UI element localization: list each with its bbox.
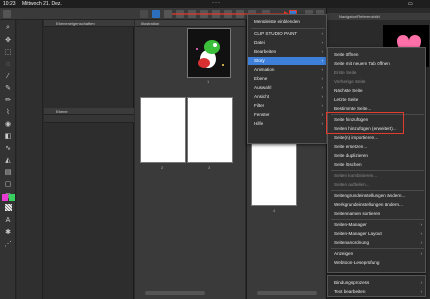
brush-icon[interactable]: [152, 10, 160, 18]
page-manager-tab[interactable]: Illustration: [135, 20, 245, 27]
menu-item-seite-oeffnen[interactable]: Seite öffnen: [328, 51, 425, 59]
menu-separator: [331, 190, 424, 191]
transparent-color-swatch[interactable]: [5, 204, 12, 211]
menu-separator: [331, 170, 424, 171]
menu-item-animation[interactable]: Animation ›: [248, 66, 326, 74]
page-manager: Illustration 1 2 3: [135, 20, 245, 299]
layer-panel-title: Ebene: [56, 109, 68, 114]
menu-item-fenster[interactable]: Fenster ›: [248, 111, 326, 119]
sub-color-swatch[interactable]: [9, 194, 15, 201]
menu-item-clip-studio[interactable]: CLIP STUDIO PAINT ›: [248, 30, 326, 38]
menu-item-webtoon-lesepruefung[interactable]: Webtoon-Leseprüfung: [328, 259, 425, 267]
menu-item-filter[interactable]: Filter ›: [248, 102, 326, 110]
menu-item-seiten-kombinieren[interactable]: Seiten kombinieren...: [328, 172, 425, 180]
page-manager-tab-title: Illustration: [141, 21, 160, 26]
move-tool-icon[interactable]: ✥: [4, 36, 12, 44]
menu-item-bearbeiten[interactable]: Bearbeiten ›: [248, 48, 326, 56]
menu-item-bindungsprozess[interactable]: Bindungsprozess ›: [328, 279, 425, 287]
page-thumbnail-1[interactable]: [187, 28, 231, 78]
menu-item-datei[interactable]: Datei ›: [248, 39, 326, 47]
navigator-header[interactable]: Navigator/Referenzbild: [327, 13, 430, 20]
menu-separator: [251, 28, 325, 29]
menu-item-auswahl[interactable]: Auswahl ›: [248, 84, 326, 92]
text-icon[interactable]: A: [4, 216, 12, 224]
home-icon[interactable]: [3, 10, 11, 18]
page-number: 2: [161, 165, 164, 170]
menu-item-anzeigen[interactable]: Anzeigen ›: [328, 250, 425, 258]
status-time: 10:23: [3, 1, 16, 7]
gradient-icon[interactable]: ▤: [4, 168, 12, 176]
menu-item-menubar[interactable]: Menüleiste einblenden: [248, 18, 326, 26]
blend-icon[interactable]: ∿: [4, 144, 12, 152]
menu-separator: [331, 248, 424, 249]
menu-item-seiten-aufteilen[interactable]: Seiten aufteilen...: [328, 181, 425, 189]
page-thumbnail-2[interactable]: [140, 97, 186, 163]
brush-tool-icon[interactable]: ⌇: [4, 108, 12, 116]
page-zoom-slider-right[interactable]: [257, 291, 317, 295]
menu-item-seitennamen-sortieren[interactable]: Seitennamen sortieren: [328, 210, 425, 218]
menu-item-seiten-manager-layout[interactable]: Seiten-Manager Layout ›: [328, 230, 425, 238]
correct-line-icon[interactable]: ⋰: [4, 240, 12, 248]
battery-icon: ▭: [408, 1, 413, 7]
page-thumbnail-4[interactable]: [251, 138, 297, 206]
menu-item-ebene[interactable]: Ebene ›: [248, 75, 326, 83]
menu-item-text-bearbeiten[interactable]: Text bearbeiten ›: [328, 288, 425, 296]
menu-item-seite-loeschen[interactable]: Seite löschen: [328, 161, 425, 169]
tool-bar: ⌕ ✥ ⬚ ◌ ⁄ ✎ ✏ ⌇ ◉ ◧ ∿ ◭ ▤ ▢ ⊞ ⊿ A ✱ ⋰: [0, 20, 16, 299]
airbrush-icon[interactable]: ◉: [4, 120, 12, 128]
annotation-highlight-box: [326, 112, 404, 134]
menu-item-seite-ersetzen[interactable]: Seite ersetzen...: [328, 143, 425, 151]
main-color-swatch[interactable]: [2, 194, 8, 201]
lasso-tool-icon[interactable]: ◌: [4, 60, 12, 68]
menu-item-story[interactable]: Story ›: [248, 57, 326, 65]
pen-icon[interactable]: ✎: [4, 84, 12, 92]
menu-item-letzte-seite[interactable]: Letzte Seite: [328, 96, 425, 104]
menu-item-naechste-seite[interactable]: Nächste Seite: [328, 87, 425, 95]
navigator-title: Navigator/Referenzbild: [339, 14, 380, 19]
layer-property-title: Ebenenelgenschaften: [56, 21, 95, 26]
eraser-icon[interactable]: ◧: [4, 132, 12, 140]
menu-item-hilfe[interactable]: Hilfe ›: [248, 120, 326, 128]
select-tool-icon[interactable]: ⬚: [4, 48, 12, 56]
menu-item-seite-duplizieren[interactable]: Seite duplizieren: [328, 152, 425, 160]
menu-item-seiten-manager[interactable]: Seiten-Manager ›: [328, 221, 425, 229]
sub-tool-panel: [17, 20, 43, 299]
figure-icon[interactable]: ▢: [4, 180, 12, 188]
menu-item-seitengrundeinstellungen[interactable]: Seitengrundeinstellungen ändern...: [328, 192, 425, 200]
menu-item-seitenanordnung[interactable]: Seitenanordnung ›: [328, 239, 425, 247]
menu-item-seite-neuer-tab[interactable]: Seite mit neuem Tab öffnen: [328, 60, 425, 68]
page-number: 4: [273, 208, 276, 213]
layer-property-panel-header[interactable]: Ebenenelgenschaften: [44, 20, 134, 27]
page-zoom-slider[interactable]: [145, 291, 205, 295]
yoshi-illustration: [196, 40, 224, 68]
page-thumbnail-3[interactable]: [187, 97, 233, 163]
layer-panel-toolbar: [44, 115, 134, 123]
status-bar: 10:23 Mittwoch 21. Dez. ··· ▭: [0, 0, 430, 8]
eyedropper-icon[interactable]: ⁄: [4, 72, 12, 80]
page-number: 3: [208, 165, 211, 170]
status-dots: ···: [212, 0, 221, 6]
main-menu: Menüleiste einblenden CLIP STUDIO PAINT ›…: [247, 14, 327, 144]
menu-item-ansicht[interactable]: Ansicht ›: [248, 93, 326, 101]
menu-item-seiten-importieren[interactable]: Seite(n) importieren...: [328, 134, 425, 142]
status-date: Mittwoch 21. Dez.: [22, 1, 62, 7]
menu-item-vorherige-seite[interactable]: Vorherige Seite: [328, 78, 425, 86]
menu-item-werkgrundeinstellungen[interactable]: Werkgrundeinstellungen ändern...: [328, 201, 425, 209]
zoom-tool-icon[interactable]: ⌕: [4, 24, 12, 32]
balloon-icon[interactable]: ✱: [4, 228, 12, 236]
menu-item-erste-seite[interactable]: Erste Seite: [328, 69, 425, 77]
panels-column: Ebenenelgenschaften Ebene: [44, 20, 134, 299]
story-submenu: Seite öffnen Seite mit neuem Tab öffnen …: [327, 47, 426, 273]
menu-separator: [331, 219, 424, 220]
layer-panel-header[interactable]: Ebene: [44, 108, 134, 115]
pencil-icon[interactable]: ✏: [4, 96, 12, 104]
menu-icon[interactable]: [140, 10, 148, 18]
fill-icon[interactable]: ◭: [4, 156, 12, 164]
story-submenu-bottom: Bindungsprozess › Text bearbeiten ›: [327, 275, 426, 297]
page-number: 1: [207, 79, 210, 84]
